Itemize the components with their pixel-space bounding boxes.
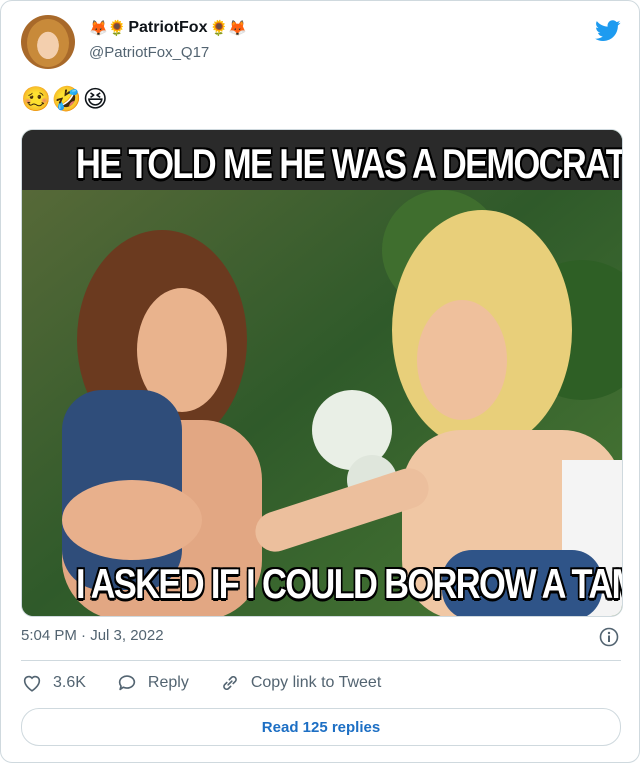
tweet-card: 🦊🌻 PatriotFox 🌻🦊 @PatriotFox_Q17 🥴🤣😆 HE …	[0, 0, 640, 763]
speech-bubble-icon	[118, 675, 136, 691]
read-replies-button[interactable]: Read 125 replies	[21, 708, 621, 746]
like-button[interactable]: 3.6K	[21, 672, 86, 694]
like-count: 3.6K	[53, 674, 86, 691]
tweet-actions: 3.6K Reply Copy link to Tweet	[21, 671, 411, 695]
twitter-bird-icon[interactable]	[595, 20, 621, 42]
tweet-media-image[interactable]: HE TOLD ME HE WAS A DEMOCRAT I ASKED IF …	[21, 129, 623, 617]
reply-label: Reply	[147, 674, 189, 691]
reply-button[interactable]: Reply	[116, 672, 189, 694]
copy-link-button[interactable]: Copy link to Tweet	[219, 672, 381, 694]
author-handle[interactable]: @PatriotFox_Q17	[89, 44, 209, 61]
author-avatar[interactable]	[21, 15, 75, 69]
meme-bottom-caption: I ASKED IF I COULD BORROW A TAMPON	[76, 560, 622, 607]
name-emojis-before: 🦊🌻	[89, 19, 127, 37]
info-icon[interactable]	[599, 627, 619, 647]
link-icon	[222, 675, 237, 691]
display-name[interactable]: PatriotFox	[128, 19, 207, 37]
divider	[21, 660, 621, 661]
heart-icon	[23, 675, 41, 692]
meme-top-caption: HE TOLD ME HE WAS A DEMOCRAT	[76, 140, 623, 187]
copy-link-label: Copy link to Tweet	[250, 674, 382, 691]
tweet-text: 🥴🤣😆	[21, 85, 109, 113]
author-name[interactable]: 🦊🌻 PatriotFox 🌻🦊	[89, 19, 247, 37]
tweet-timestamp[interactable]: 5:04 PM · Jul 3, 2022	[21, 627, 164, 644]
name-emojis-after: 🌻🦊	[209, 19, 247, 37]
meme-photo	[22, 130, 622, 616]
